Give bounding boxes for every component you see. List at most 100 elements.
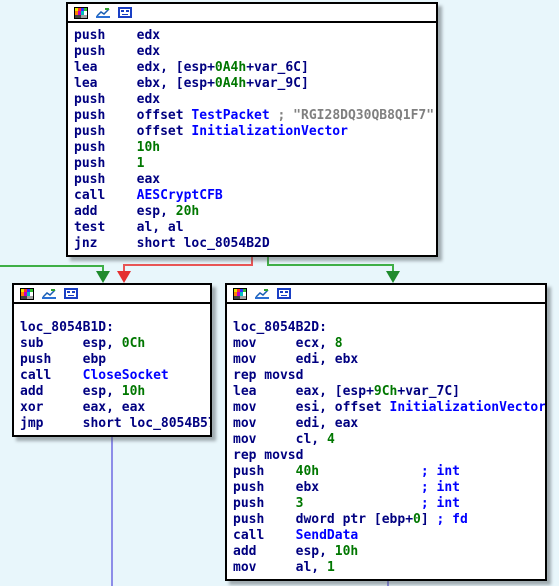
block-loc-8054B2D-titlebar[interactable] — [227, 285, 545, 304]
color-palette-icon[interactable] — [74, 6, 88, 19]
operand: 1 — [326, 560, 335, 575]
operand: eax — [136, 172, 161, 187]
operand: dword ptr [ebp+ — [295, 512, 414, 527]
comment: ; int — [319, 464, 460, 479]
operand: ebx — [295, 480, 320, 495]
operand: al, — [295, 560, 327, 575]
disasm-line[interactable]: xor eax, eax — [20, 400, 210, 416]
disasm-line[interactable]: call AESCryptCFB — [74, 188, 436, 204]
mnemonic: mov — [233, 416, 296, 431]
mnemonic: mov — [233, 336, 296, 351]
disasm-line[interactable]: add esp, 10h — [20, 384, 210, 400]
disasm-line[interactable]: push 3 ; int — [233, 496, 545, 512]
graph-canvas[interactable]: push edx push edx lea edx, [esp+0A4h+var_6… — [0, 0, 559, 586]
screen-icon[interactable] — [277, 287, 291, 300]
mnemonic: add — [20, 384, 83, 399]
block-loc-8054B1D[interactable]: loc_8054B1D: sub esp, 0Ch push ebp call Clo… — [12, 283, 212, 437]
mnemonic: call — [74, 188, 137, 203]
comment: ; int — [319, 480, 460, 495]
mnemonic: test — [74, 220, 137, 235]
mnemonic: push — [74, 108, 137, 123]
disasm-line[interactable]: mov edi, eax — [233, 416, 545, 432]
disasm-line[interactable]: push eax — [74, 172, 436, 188]
disasm-line[interactable]: jmp short loc_8054B57 — [20, 416, 210, 432]
disasm-line[interactable]: mov ecx, 8 — [233, 336, 545, 352]
block-loc-8054B1D-body: loc_8054B1D: sub esp, 0Ch push ebp call Clo… — [14, 304, 210, 435]
operand: +var_9C] — [246, 76, 309, 91]
operand: 0A4h — [214, 60, 247, 75]
disasm-line[interactable]: rep movsd — [233, 448, 545, 464]
disasm-line[interactable]: call CloseSocket — [20, 368, 210, 384]
block-top-titlebar[interactable] — [68, 4, 436, 23]
operand: ebx, [esp+ — [136, 76, 215, 91]
operand: edi, eax — [295, 416, 359, 431]
disasm-line[interactable]: push ebp — [20, 352, 210, 368]
disasm-line[interactable]: push edx — [74, 92, 436, 108]
operand: CloseSocket — [82, 368, 169, 383]
mnemonic: push — [233, 512, 296, 527]
block-label: loc_8054B1D: — [20, 320, 114, 335]
disasm-line[interactable]: mov esi, offset InitializationVector — [233, 400, 545, 416]
operand: offset — [136, 108, 192, 123]
disasm-line[interactable]: mov al, 1 — [233, 560, 545, 576]
operand: InitializationVector — [389, 400, 547, 415]
disasm-line[interactable]: rep movsd — [233, 368, 545, 384]
disasm-line[interactable]: test al, al — [74, 220, 436, 236]
operand: ecx, — [295, 336, 335, 351]
operand: 1 — [136, 156, 145, 171]
operand: eax, eax — [82, 400, 146, 415]
screen-icon[interactable] — [64, 287, 78, 300]
graph-zoom-icon[interactable] — [42, 288, 56, 300]
mnemonic: push — [20, 352, 83, 367]
disasm-line[interactable]: lea edx, [esp+0A4h+var_6C] — [74, 60, 436, 76]
color-palette-icon[interactable] — [233, 287, 247, 300]
operand: cl, — [295, 432, 327, 447]
mnemonic: mov — [233, 400, 296, 415]
disasm-line[interactable]: add esp, 10h — [233, 544, 545, 560]
mnemonic: jmp — [20, 416, 83, 431]
disasm-line[interactable]: lea ebx, [esp+0A4h+var_9C] — [74, 76, 436, 92]
operand: 9Ch — [373, 384, 398, 399]
screen-icon[interactable] — [118, 6, 132, 19]
color-palette-icon[interactable] — [20, 287, 34, 300]
disasm-line[interactable]: push edx — [74, 44, 436, 60]
operand: 4 — [326, 432, 335, 447]
disasm-line[interactable]: push ebx ; int — [233, 480, 545, 496]
graph-zoom-icon[interactable] — [96, 7, 110, 19]
operand: edx — [136, 44, 161, 59]
disasm-line[interactable]: push offset TestPacket ; "RGI28DQ30QB8Q1… — [74, 108, 436, 124]
operand: +var_7C] — [397, 384, 461, 399]
disasm-line[interactable]: mov edi, ebx — [233, 352, 545, 368]
disasm-line[interactable]: sub esp, 0Ch — [20, 336, 210, 352]
edge-jnz-green-arrowhead — [386, 271, 400, 283]
edge-jnz-red-arrowhead — [117, 271, 131, 283]
disasm-line[interactable]: push offset InitializationVector — [74, 124, 436, 140]
disasm-line[interactable]: push edx — [74, 28, 436, 44]
block-top[interactable]: push edx push edx lea edx, [esp+0A4h+var_6… — [66, 2, 438, 257]
disasm-line[interactable]: push 10h — [74, 140, 436, 156]
operand: 10h — [136, 140, 161, 155]
block-loc-8054B1D-titlebar[interactable] — [14, 285, 210, 304]
mnemonic: mov — [233, 560, 296, 575]
operand: esp, — [82, 336, 122, 351]
graph-zoom-icon[interactable] — [255, 288, 269, 300]
operand: al, al — [136, 220, 184, 235]
comment: ; fd — [428, 512, 468, 527]
disasm-line[interactable]: add esp, 20h — [74, 204, 436, 220]
disasm-line[interactable]: call SendData — [233, 528, 545, 544]
disasm-line[interactable]: jnz short loc_8054B2D — [74, 236, 436, 252]
mnemonic: push — [74, 140, 137, 155]
disasm-line[interactable]: mov cl, 4 — [233, 432, 545, 448]
disasm-line[interactable]: push 40h ; int — [233, 464, 545, 480]
mnemonic: sub — [20, 336, 83, 351]
edge-incoming-left-arrowhead — [96, 271, 110, 283]
operand: InitializationVector — [191, 124, 348, 139]
mnemonic: push — [74, 44, 137, 59]
disasm-line[interactable]: lea eax, [esp+9Ch+var_7C] — [233, 384, 545, 400]
disasm-line[interactable]: push dword ptr [ebp+0] ; fd — [233, 512, 545, 528]
mnemonic: add — [74, 204, 137, 219]
block-loc-8054B2D[interactable]: loc_8054B2D: mov ecx, 8 mov edi, ebx rep mo… — [225, 283, 547, 581]
mnemonic: lea — [74, 76, 137, 91]
disasm-line[interactable]: push 1 — [74, 156, 436, 172]
mnemonic: push — [74, 92, 137, 107]
